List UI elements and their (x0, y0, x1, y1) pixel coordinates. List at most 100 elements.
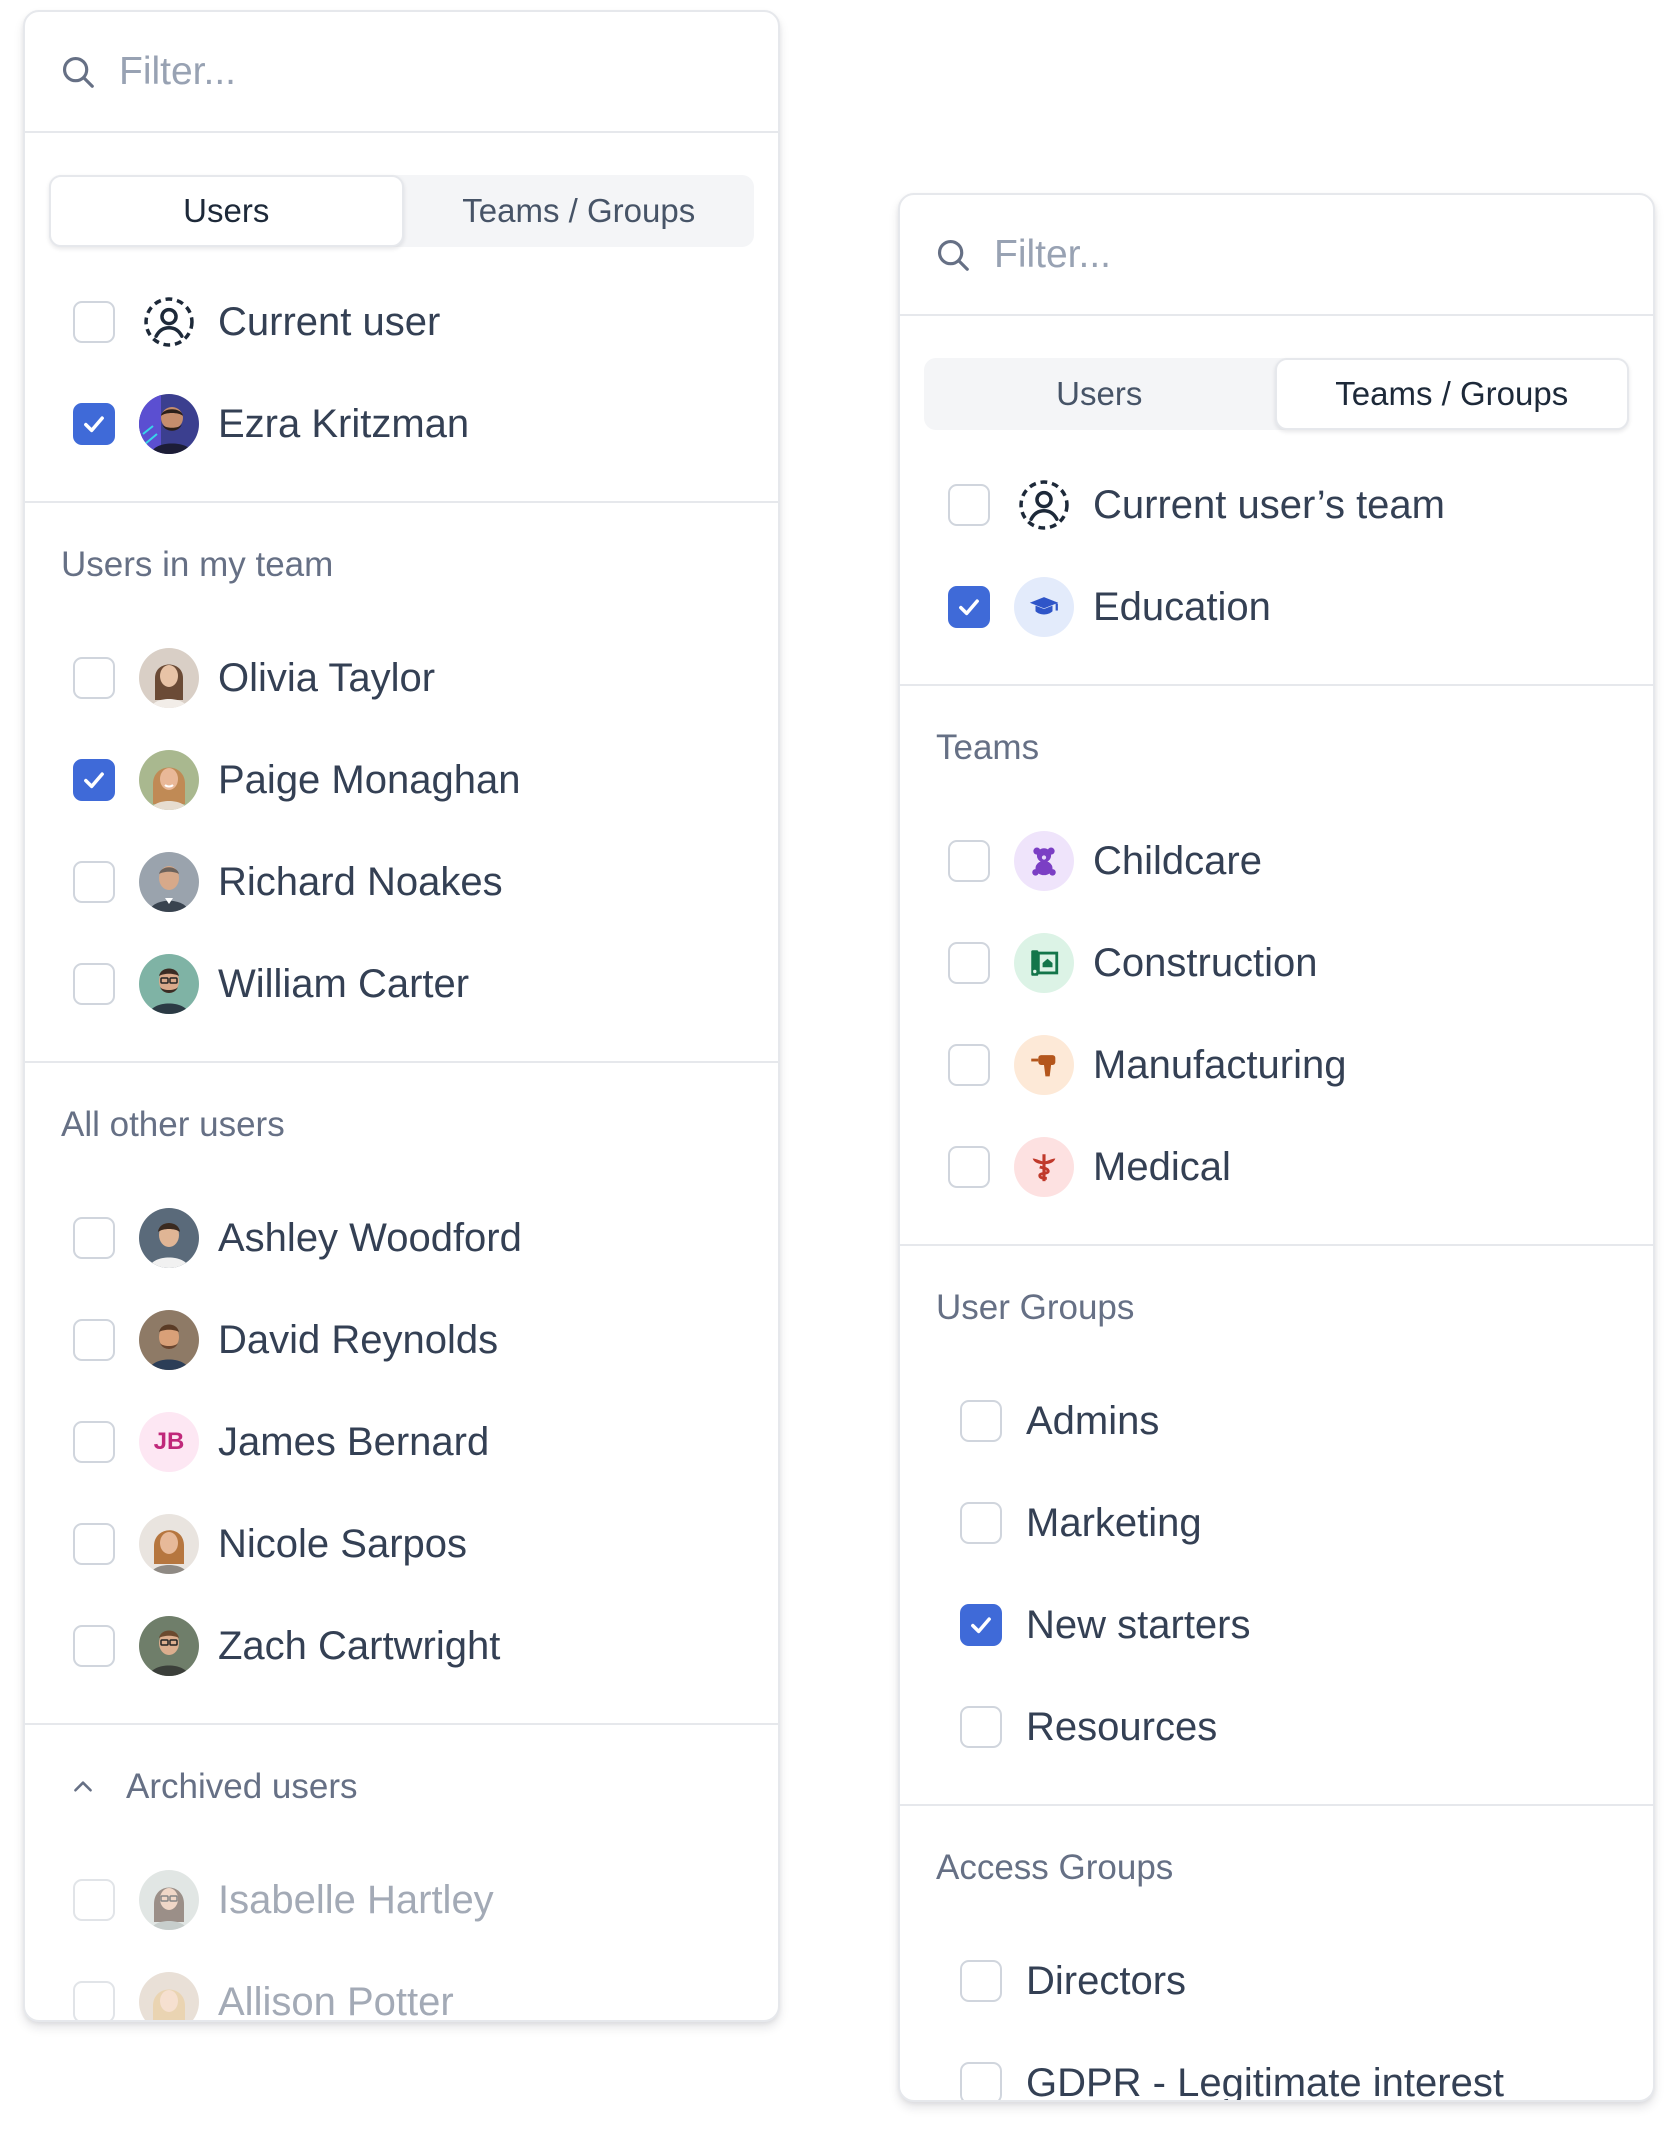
checkbox-checked[interactable] (73, 403, 115, 445)
checkbox[interactable] (960, 1400, 1002, 1442)
access-groups-section: Access Groups Directors GDPR - Legitimat… (900, 1806, 1653, 2100)
list-item-directors[interactable]: Directors (900, 1930, 1653, 2032)
checkbox[interactable] (960, 1502, 1002, 1544)
list-item-label: Construction (1093, 940, 1318, 985)
list-item-label: Resources (1026, 1704, 1218, 1749)
list-item-nicole-sarpos[interactable]: Nicole Sarpos (25, 1493, 778, 1595)
checkbox[interactable] (73, 1421, 115, 1463)
blueprint-icon (1014, 933, 1074, 993)
checkbox[interactable] (948, 1044, 990, 1086)
search-input[interactable] (119, 49, 719, 94)
list-item-construction[interactable]: Construction (900, 912, 1653, 1014)
checkbox-checked[interactable] (948, 586, 990, 628)
list-item-current-user[interactable]: Current user (25, 271, 778, 373)
list-item-william-carter[interactable]: William Carter (25, 933, 778, 1035)
checkbox[interactable] (948, 942, 990, 984)
list-item-resources[interactable]: Resources (900, 1676, 1653, 1778)
list-item-manufacturing[interactable]: Manufacturing (900, 1014, 1653, 1116)
tab-users[interactable]: Users (49, 175, 404, 247)
list-item-james-bernard[interactable]: JB James Bernard (25, 1391, 778, 1493)
avatar (139, 1514, 199, 1574)
avatar (139, 750, 199, 810)
checkbox[interactable] (73, 1523, 115, 1565)
tab-switcher: Users Teams / Groups (924, 358, 1629, 430)
checkbox[interactable] (948, 840, 990, 882)
user-groups-section: User Groups Admins Marketing New starter… (900, 1246, 1653, 1806)
checkbox[interactable] (73, 861, 115, 903)
list-item-label: Nicole Sarpos (218, 1521, 468, 1566)
list-item-allison-potter[interactable]: Allison Potter (25, 1951, 778, 2022)
checkbox[interactable] (948, 484, 990, 526)
list-item-label: Olivia Taylor (218, 655, 436, 700)
checkbox[interactable] (73, 1319, 115, 1361)
list-item-isabelle-hartley[interactable]: Isabelle Hartley (25, 1849, 778, 1951)
list-item-ezra-kritzman[interactable]: Ezra Kritzman (25, 373, 778, 475)
list-item-label: Childcare (1093, 838, 1262, 883)
search-input[interactable] (994, 232, 1594, 277)
check-icon (967, 1611, 995, 1639)
checkbox[interactable] (960, 1706, 1002, 1748)
user-circle-dashed-icon (1014, 475, 1074, 535)
teams-section: Teams Childcare Construction Manufacturi… (900, 686, 1653, 1246)
avatar (139, 852, 199, 912)
list-item-label: Manufacturing (1093, 1042, 1347, 1087)
team-picker-panel: Users Teams / Groups Current user’s team… (898, 193, 1655, 2102)
list-item-medical[interactable]: Medical (900, 1116, 1653, 1218)
list-item-admins[interactable]: Admins (900, 1370, 1653, 1472)
list-item-david-reynolds[interactable]: David Reynolds (25, 1289, 778, 1391)
archived-users-toggle[interactable]: Archived users (25, 1725, 778, 1849)
list-item-olivia-taylor[interactable]: Olivia Taylor (25, 627, 778, 729)
list-item-current-users-team[interactable]: Current user’s team (900, 454, 1653, 556)
my-team-section: Users in my team Olivia Taylor Paige Mon… (25, 503, 778, 1063)
checkbox[interactable] (73, 963, 115, 1005)
checkbox[interactable] (73, 1625, 115, 1667)
tab-users[interactable]: Users (924, 358, 1275, 430)
list-item-childcare[interactable]: Childcare (900, 810, 1653, 912)
list-item-label: Directors (1026, 1958, 1187, 2003)
list-item-richard-noakes[interactable]: Richard Noakes (25, 831, 778, 933)
tab-teams-groups[interactable]: Teams / Groups (1274, 358, 1629, 430)
list-item-education[interactable]: Education (900, 556, 1653, 658)
checkbox[interactable] (73, 1981, 115, 2020)
section-heading: Teams (936, 728, 1040, 767)
list-item-label: Marketing (1026, 1500, 1202, 1545)
teddy-bear-icon (1014, 831, 1074, 891)
checkbox-checked[interactable] (960, 1604, 1002, 1646)
top-section: Current user Ezra Kritzman (25, 247, 778, 503)
avatar (139, 1616, 199, 1676)
list-item-paige-monaghan[interactable]: Paige Monaghan (25, 729, 778, 831)
checkbox-checked[interactable] (73, 759, 115, 801)
avatar-initials: JB (139, 1412, 199, 1472)
checkbox[interactable] (960, 1960, 1002, 2002)
user-circle-dashed-icon (139, 292, 199, 352)
list-item-zach-cartwright[interactable]: Zach Cartwright (25, 1595, 778, 1697)
list-item-label: Current user (218, 299, 441, 344)
tab-switcher: Users Teams / Groups (49, 175, 754, 247)
search-icon (934, 236, 972, 274)
graduation-cap-icon (1014, 577, 1074, 637)
archived-users-section: Archived users Isabelle Hartley Allison … (25, 1725, 778, 2022)
search-icon (59, 53, 97, 91)
top-section: Current user’s team Education (900, 430, 1653, 686)
chevron-up-icon (70, 1774, 96, 1800)
section-heading: Access Groups (936, 1848, 1174, 1887)
list-item-label: James Bernard (218, 1419, 490, 1464)
list-item-gdpr-legitimate-interest[interactable]: GDPR - Legitimate interest (900, 2032, 1653, 2100)
checkbox[interactable] (73, 301, 115, 343)
checkbox[interactable] (73, 1217, 115, 1259)
section-heading: All other users (61, 1105, 285, 1144)
list-item-ashley-woodford[interactable]: Ashley Woodford (25, 1187, 778, 1289)
list-item-label: Isabelle Hartley (218, 1877, 494, 1922)
list-item-label: Allison Potter (218, 1979, 454, 2022)
checkbox[interactable] (73, 657, 115, 699)
list-item-label: Medical (1093, 1144, 1231, 1189)
list-item-new-starters[interactable]: New starters (900, 1574, 1653, 1676)
checkbox[interactable] (960, 2062, 1002, 2100)
list-item-marketing[interactable]: Marketing (900, 1472, 1653, 1574)
tab-teams-groups[interactable]: Teams / Groups (404, 175, 755, 247)
avatar (139, 1310, 199, 1370)
checkbox[interactable] (73, 1879, 115, 1921)
checkbox[interactable] (948, 1146, 990, 1188)
search-bar (900, 195, 1653, 316)
list-item-label: Richard Noakes (218, 859, 503, 904)
